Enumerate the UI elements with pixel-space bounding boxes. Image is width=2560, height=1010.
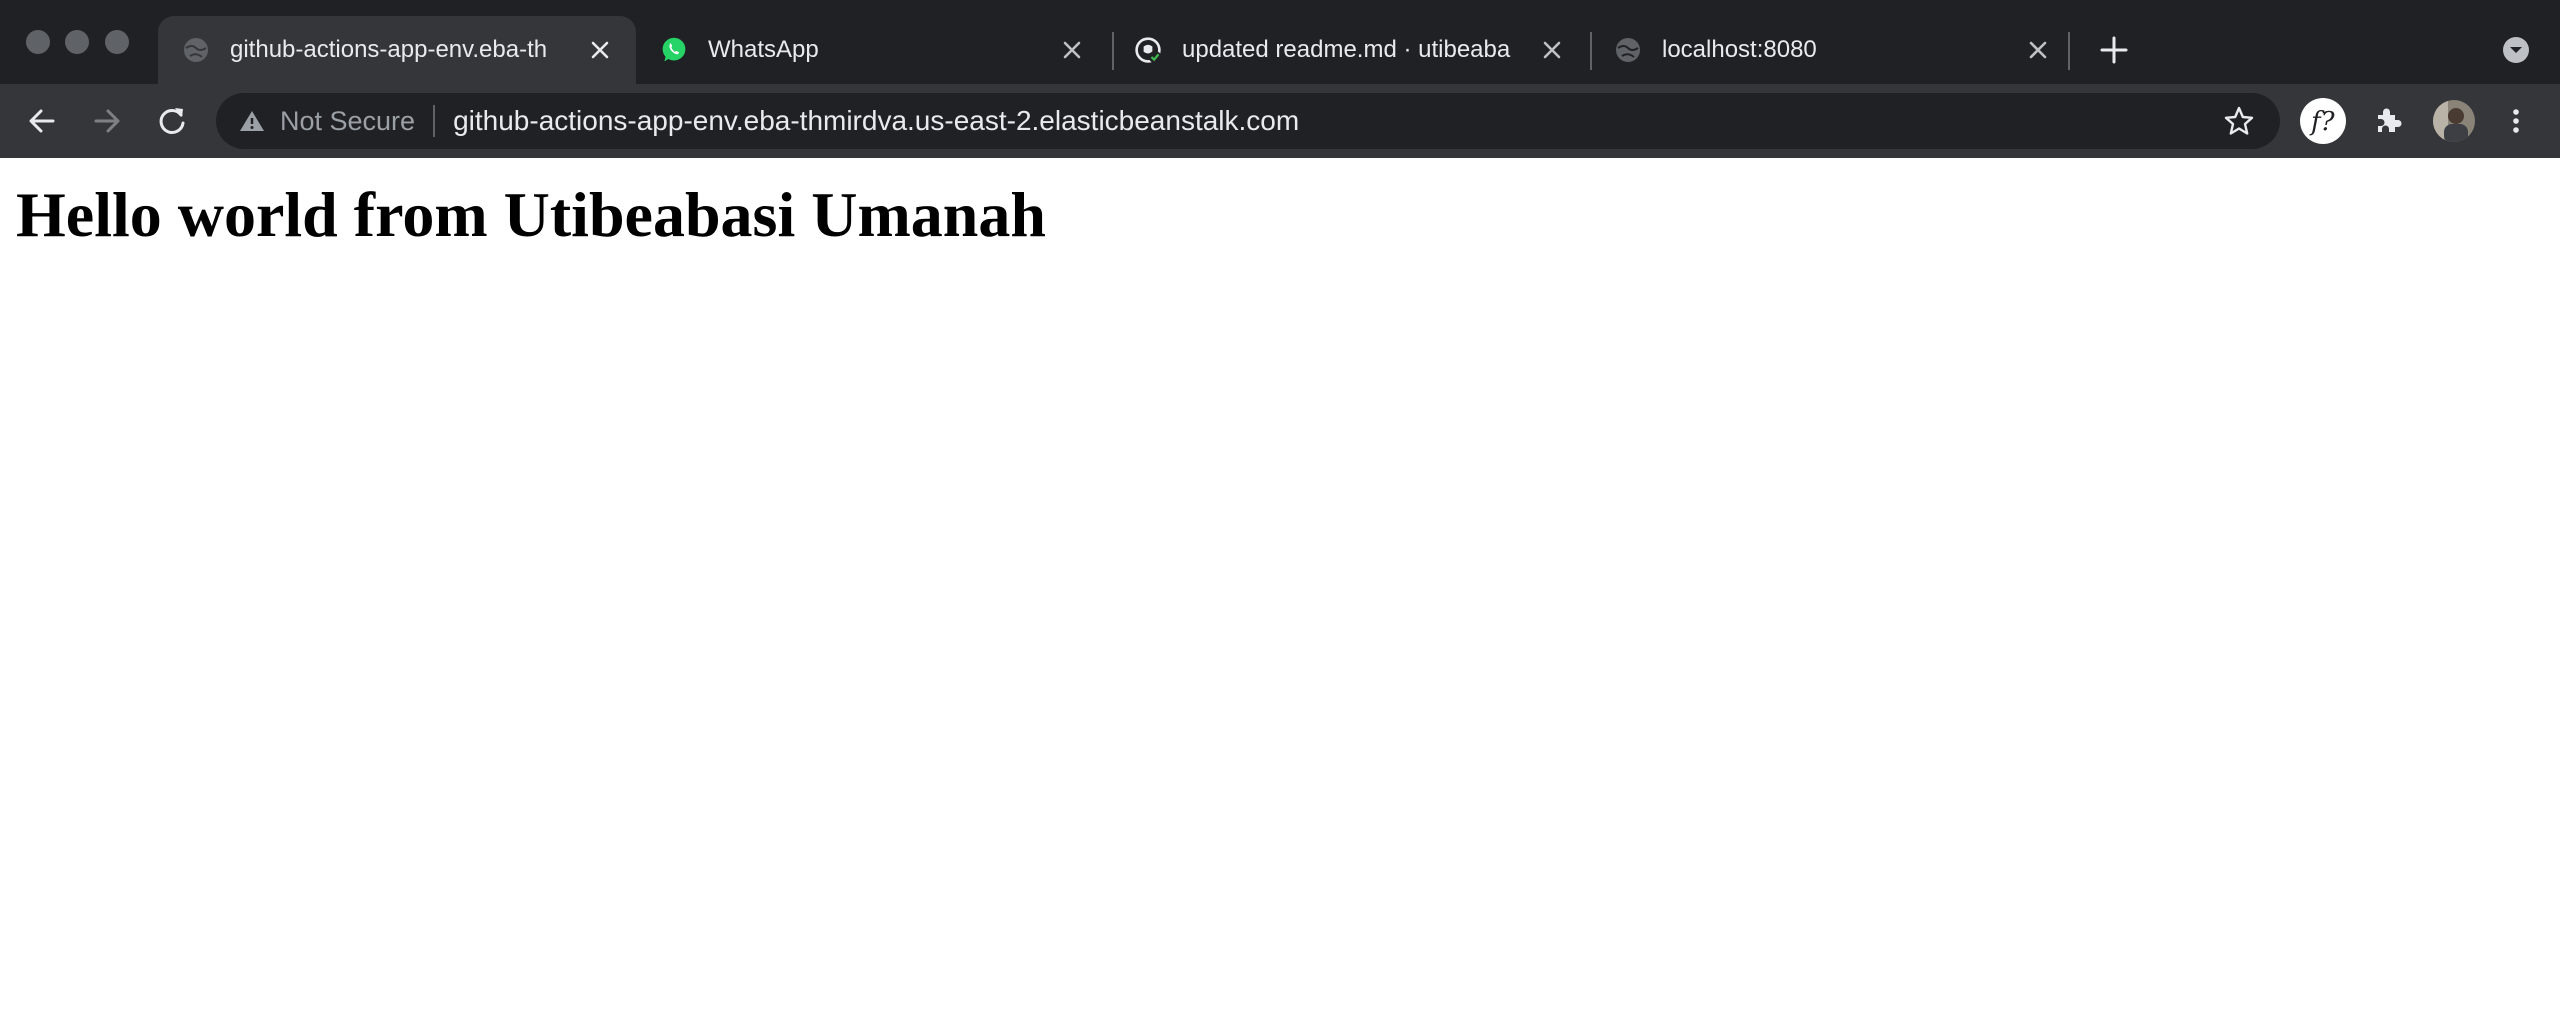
extension-formula-button[interactable]: f? (2299, 97, 2347, 145)
tab-whatsapp[interactable]: WhatsApp (656, 16, 1100, 84)
new-tab-button[interactable] (2094, 30, 2134, 70)
plus-icon (2100, 36, 2128, 64)
tab-strip: github-actions-app-env.eba-th WhatsApp u… (0, 0, 2560, 84)
tab-github-readme[interactable]: updated readme.md · utibeaba (1134, 16, 1580, 84)
tab-separator (2068, 32, 2070, 70)
reload-icon (159, 108, 185, 134)
url-text[interactable]: github-actions-app-env.eba-thmirdva.us-e… (453, 105, 1299, 137)
zoom-window-button[interactable] (105, 30, 129, 54)
tab-title: github-actions-app-env.eba-th (230, 36, 548, 63)
tab-title: updated readme.md · utibeaba (1182, 36, 1511, 63)
close-window-button[interactable] (26, 30, 50, 54)
globe-icon (182, 36, 210, 64)
close-tab-icon[interactable] (586, 36, 614, 64)
whatsapp-icon (660, 36, 688, 64)
tab-title: WhatsApp (708, 36, 819, 63)
browser-menu-button[interactable] (2496, 101, 2536, 141)
profile-avatar[interactable] (2430, 97, 2478, 145)
back-button[interactable] (22, 101, 62, 141)
close-tab-icon[interactable] (2024, 36, 2052, 64)
bookmark-star-icon[interactable] (2222, 104, 2256, 138)
svg-text:f?: f? (2309, 107, 2336, 137)
address-bar[interactable]: Not Secure github-actions-app-env.eba-th… (216, 93, 2280, 149)
browser-chrome: github-actions-app-env.eba-th WhatsApp u… (0, 0, 2560, 158)
arrow-right-icon (94, 109, 120, 133)
browser-toolbar: Not Secure github-actions-app-env.eba-th… (0, 84, 2560, 158)
tab-localhost[interactable]: localhost:8080 (1614, 16, 2064, 84)
formula-extension-icon: f? (2300, 98, 2346, 144)
reload-button[interactable] (152, 101, 192, 141)
extensions-button[interactable] (2368, 101, 2408, 141)
tab-separator (1112, 32, 1114, 70)
minimize-window-button[interactable] (65, 30, 89, 54)
more-vertical-icon (2513, 109, 2519, 133)
close-tab-icon[interactable] (1058, 36, 1086, 64)
omnibox-divider (433, 105, 436, 137)
tab-title: localhost:8080 (1662, 36, 1817, 63)
page-content: Hello world from Utibeabasi Umanah (0, 158, 2560, 1010)
chevron-down-icon (2503, 37, 2529, 63)
close-tab-icon[interactable] (1538, 36, 1566, 64)
tab-search-button[interactable] (2496, 30, 2536, 70)
forward-button[interactable] (87, 101, 127, 141)
security-status[interactable]: Not Secure (280, 106, 415, 137)
avatar-icon (2433, 100, 2475, 142)
puzzle-piece-icon (2378, 108, 2402, 132)
github-icon (1134, 36, 1162, 64)
page-heading: Hello world from Utibeabasi Umanah (16, 179, 1046, 250)
arrow-left-icon (29, 109, 55, 133)
tab-github-actions-app[interactable]: github-actions-app-env.eba-th (158, 16, 636, 84)
tab-separator (1590, 32, 1592, 70)
warning-icon[interactable] (238, 107, 266, 135)
globe-icon (1614, 36, 1642, 64)
